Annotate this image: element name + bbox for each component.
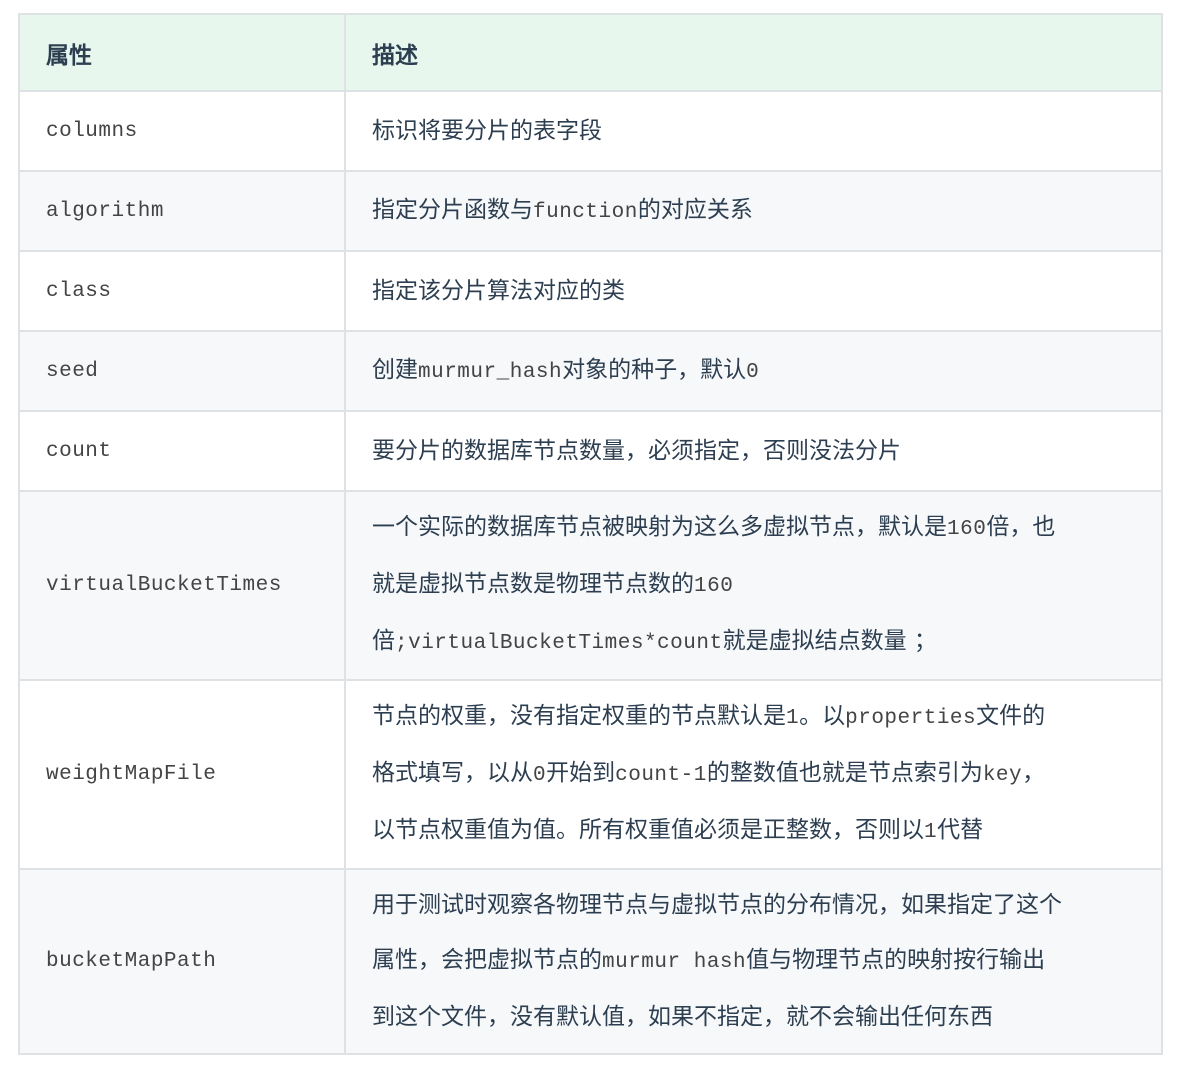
description-text: ， [1022,760,1046,786]
table-body: columns 标识将要分片的表字段 algorithm 指定分片函数与functio… [18,90,1163,1055]
attribute-description: 标识将要分片的表字段 [344,90,1163,172]
description-text: 节点的权重，没有指定权重的节点默认是 [372,703,786,729]
attribute-name: count [18,410,346,492]
description-line: 属性，会把虚拟节点的murmur hash值与物理节点的映射按行输出 [372,933,1137,990]
description-text: 用于测试时观察各物理节点与虚拟节点的分布情况，如果指定了这个 [372,892,1062,918]
attribute-name: algorithm [18,170,346,252]
description-text: 就是虚拟节点数是物理节点数的 [372,571,694,597]
description-text: 的对应关系 [637,196,753,223]
description-text: 对象的种子，默认 [562,356,747,383]
table-row: weightMapFile 节点的权重，没有指定权重的节点默认是1。以proper… [18,679,1163,870]
inline-code: 160 [947,518,987,541]
attribute-description: 一个实际的数据库节点被映射为这么多虚拟节点，默认是160倍，也 就是虚拟节点数是物… [344,490,1163,681]
inline-code: count-1 [615,764,707,787]
description-line: 要分片的数据库节点数量，必须指定，否则没法分片 [372,424,1137,479]
description-line: 创建murmur_hash对象的种子，默认0 [372,343,1137,400]
description-text: 标识将要分片的表字段 [372,117,602,144]
description-line: 就是虚拟节点数是物理节点数的160 [372,557,1137,614]
inline-code: 0 [746,360,760,384]
attribute-table: 属性 描述 columns 标识将要分片的表字段 algorithm 指定分片函数与f… [18,13,1163,1055]
description-text: 格式填写，以从 [372,760,533,786]
description-text: 以节点权重值为值。所有权重值必须是正整数，否则以 [372,817,924,843]
description-text: 要分片的数据库节点数量，必须指定，否则没法分片 [372,437,901,464]
header-attribute: 属性 [18,13,346,92]
table-row: class 指定该分片算法对应的类 [18,250,1163,332]
table-row: algorithm 指定分片函数与function的对应关系 [18,170,1163,252]
description-line: 指定分片函数与function的对应关系 [372,183,1137,240]
description-text: 文件的 [976,703,1046,729]
attribute-name: bucketMapPath [18,868,346,1055]
description-line: 一个实际的数据库节点被映射为这么多虚拟节点，默认是160倍，也 [372,500,1137,557]
header-row: 属性 描述 [18,13,1163,92]
description-line: 指定该分片算法对应的类 [372,264,1137,319]
header-description: 描述 [344,13,1163,92]
inline-code: ;virtualBucketTimes*count [395,632,723,655]
inline-code: 160 [694,575,734,598]
table-row: seed 创建murmur_hash对象的种子，默认0 [18,330,1163,412]
table-row: columns 标识将要分片的表字段 [18,90,1163,172]
description-text: 一个实际的数据库节点被映射为这么多虚拟节点，默认是 [372,514,947,540]
inline-code: properties [845,707,977,730]
inline-code: function [533,200,638,224]
attribute-name: virtualBucketTimes [18,490,346,681]
description-text: 倍 [372,628,395,654]
description-text: 创建 [372,356,418,383]
description-line: 格式填写，以从0开始到count-1的整数值也就是节点索引为key， [372,746,1137,803]
description-text: 倍，也 [986,514,1056,540]
description-text: 值与物理节点的映射按行输出 [746,947,1046,973]
description-line: 标识将要分片的表字段 [372,104,1137,159]
description-text: 代替 [937,817,984,843]
attribute-name: columns [18,90,346,172]
attribute-description: 要分片的数据库节点数量，必须指定，否则没法分片 [344,410,1163,492]
description-text: 就是虚拟结点数量 ； [722,628,937,654]
description-text: 。以 [799,703,846,729]
attribute-name: class [18,250,346,332]
table-row: count 要分片的数据库节点数量，必须指定，否则没法分片 [18,410,1163,492]
inline-code: murmur_hash [418,360,563,384]
description-text: 指定分片函数与 [372,196,533,223]
attribute-description: 指定该分片算法对应的类 [344,250,1163,332]
attribute-description: 指定分片函数与function的对应关系 [344,170,1163,252]
description-line: 倍;virtualBucketTimes*count就是虚拟结点数量 ； [372,614,1137,671]
table-row: bucketMapPath 用于测试时观察各物理节点与虚拟节点的分布情况，如果指定… [18,868,1163,1055]
inline-code: key [982,764,1023,787]
inline-code: 1 [786,707,800,730]
attribute-name: weightMapFile [18,679,346,870]
description-line: 用于测试时观察各物理节点与虚拟节点的分布情况，如果指定了这个 [372,878,1137,933]
attribute-name: seed [18,330,346,412]
description-text: 的整数值也就是节点索引为 [706,760,983,786]
description-text: 开始到 [546,760,616,786]
description-text: 指定该分片算法对应的类 [372,277,625,304]
description-line: 到这个文件，没有默认值，如果不指定，就不会输出任何东西 [372,990,1137,1045]
attribute-description: 节点的权重，没有指定权重的节点默认是1。以properties文件的 格式填写，以… [344,679,1163,870]
table-header: 属性 描述 [18,13,1163,92]
description-text: 属性，会把虚拟节点的 [372,947,602,973]
attribute-description: 用于测试时观察各物理节点与虚拟节点的分布情况，如果指定了这个 属性，会把虚拟节点的… [344,868,1163,1055]
inline-code: 1 [924,821,938,844]
inline-code: 0 [533,764,547,787]
description-line: 节点的权重，没有指定权重的节点默认是1。以properties文件的 [372,689,1137,746]
attribute-description: 创建murmur_hash对象的种子，默认0 [344,330,1163,412]
description-text: 到这个文件，没有默认值，如果不指定，就不会输出任何东西 [372,1004,993,1030]
description-line: 以节点权重值为值。所有权重值必须是正整数，否则以1代替 [372,803,1137,860]
table-row: virtualBucketTimes 一个实际的数据库节点被映射为这么多虚拟节点，… [18,490,1163,681]
inline-code: murmur hash [602,951,747,974]
